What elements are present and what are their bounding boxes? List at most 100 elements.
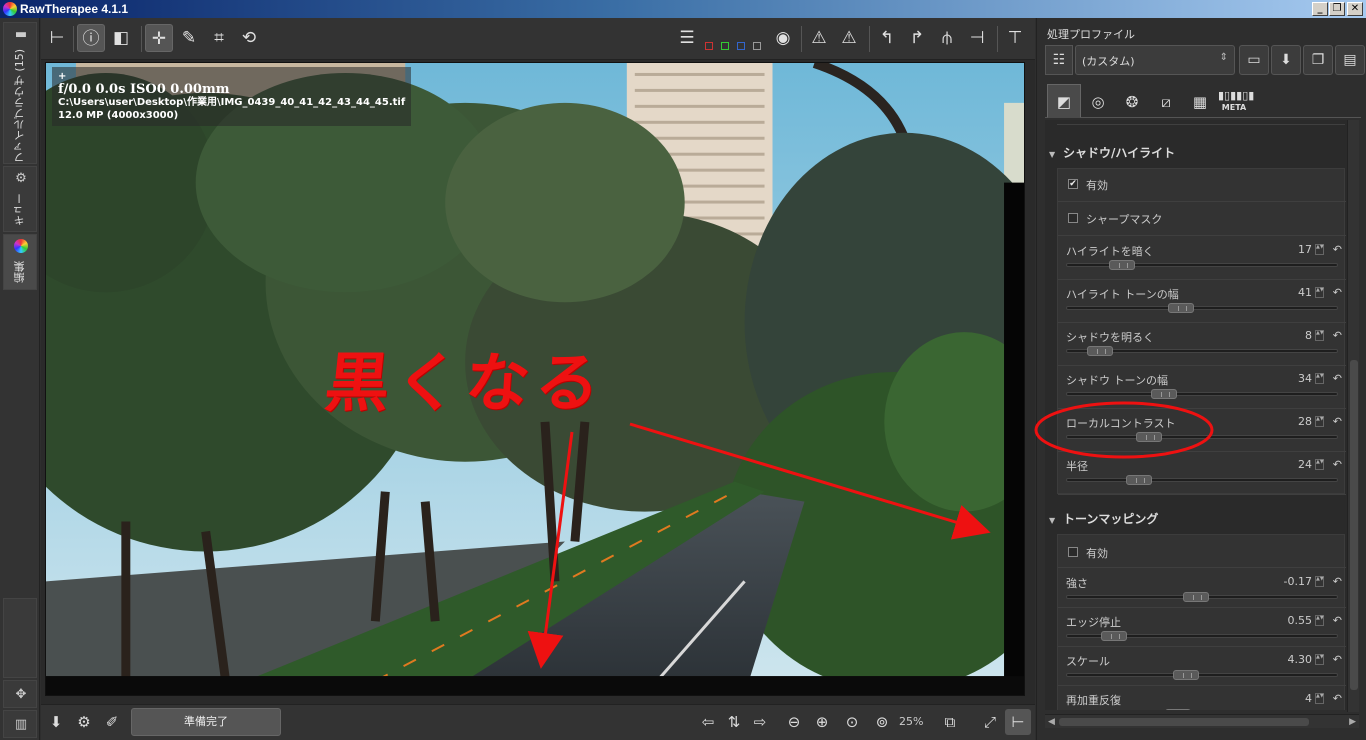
flip-vertical-button[interactable]: ⊣ (963, 24, 991, 52)
rotate-right-button[interactable]: ↱ (903, 24, 931, 52)
info-button[interactable]: ⓘ (77, 24, 105, 52)
red-channel-toggle[interactable] (705, 42, 713, 50)
tab-exposure[interactable]: ◩ (1047, 84, 1081, 118)
slider-track[interactable] (1066, 592, 1338, 602)
slider-knob[interactable] (1136, 432, 1162, 442)
slider-track[interactable] (1066, 346, 1338, 356)
reset-icon[interactable]: ↶ (1333, 458, 1342, 471)
tab-queue[interactable]: ⚙ キュー (3, 166, 37, 232)
slider-knob[interactable] (1109, 260, 1135, 270)
tab-detail[interactable]: ◎ (1081, 84, 1115, 118)
slider-value[interactable]: 8 (1305, 329, 1312, 342)
scroll-left-icon[interactable]: ◀ (1048, 715, 1055, 729)
tab-transform[interactable]: ⧄ (1149, 84, 1183, 118)
save-profile-button[interactable]: ⬇ (1271, 45, 1301, 75)
slider-knob[interactable] (1165, 709, 1191, 710)
slider-track[interactable] (1066, 303, 1338, 313)
slider-value[interactable]: 24 (1298, 458, 1312, 471)
reset-icon[interactable]: ↶ (1333, 286, 1342, 299)
white-balance-picker-button[interactable]: ✎ (175, 24, 203, 52)
tm-enabled-row[interactable]: 有効 (1058, 535, 1346, 565)
slider-value[interactable]: 0.55 (1288, 614, 1313, 627)
reset-icon[interactable]: ↶ (1333, 653, 1342, 666)
copy-profile-button[interactable]: ❐ (1303, 45, 1333, 75)
vscroll-thumb[interactable] (1350, 360, 1358, 690)
hide-top-panel-button[interactable]: ⊤ (1001, 24, 1029, 52)
reset-icon[interactable]: ↶ (1333, 243, 1342, 256)
tool-panel-hscrollbar[interactable]: ◀ ▶ (1045, 714, 1359, 728)
slider-value[interactable]: 34 (1298, 372, 1312, 385)
slider-track[interactable] (1066, 631, 1338, 641)
tab-raw[interactable]: ▦ (1183, 84, 1217, 118)
slider-value[interactable]: 4 (1305, 692, 1312, 705)
crop-tool-button[interactable]: ⌗ (205, 24, 233, 52)
spin-arrows-icon[interactable]: ▲▼ (1315, 373, 1324, 384)
slider-track[interactable] (1066, 475, 1338, 485)
tab-color[interactable]: ❂ (1115, 84, 1149, 118)
previous-image-button[interactable]: ⇦ (695, 709, 721, 735)
sh-enabled-row[interactable]: ✔ 有効 (1058, 169, 1346, 199)
minimize-button[interactable]: _ (1312, 2, 1328, 16)
hand-tool-button[interactable]: ✛ (145, 24, 173, 52)
luminance-toggle[interactable] (753, 42, 761, 50)
zoom-in-button[interactable]: ⊕ (809, 709, 835, 735)
before-after-button[interactable]: ◧ (107, 24, 135, 52)
next-image-button[interactable]: ⇨ (747, 709, 773, 735)
spin-arrows-icon[interactable]: ▲▼ (1315, 654, 1324, 665)
green-channel-toggle[interactable] (721, 42, 729, 50)
close-button[interactable]: ✕ (1347, 2, 1363, 16)
zoom-out-button[interactable]: ⊖ (781, 709, 807, 735)
spin-arrows-icon[interactable]: ▲▼ (1315, 693, 1324, 704)
navigator-toggle[interactable]: ✥ (3, 680, 37, 708)
sh-enabled-checkbox[interactable]: ✔ (1068, 179, 1078, 189)
image-viewer[interactable]: + f/0.0 0.0s ISO0 0.00mm C:\Users\user\D… (41, 60, 1035, 704)
spin-arrows-icon[interactable]: ▲▼ (1315, 416, 1324, 427)
profile-list-button[interactable]: ☷ (1045, 45, 1073, 75)
spin-arrows-icon[interactable]: ▲▼ (1315, 287, 1324, 298)
filmstrip-toggle[interactable]: ▥ (3, 710, 37, 738)
profile-select[interactable]: (カスタム) ⇕ (1075, 45, 1235, 75)
reset-icon[interactable]: ↶ (1333, 415, 1342, 428)
zoom-100-button[interactable]: ⊚ (869, 709, 895, 735)
slider-knob[interactable] (1126, 475, 1152, 485)
save-image-button[interactable]: ⬇ (43, 709, 69, 735)
tone-mapping-header[interactable]: ▼ トーンマッピング (1049, 510, 1345, 532)
reset-icon[interactable]: ↶ (1333, 575, 1342, 588)
straighten-tool-button[interactable]: ⟲ (235, 24, 263, 52)
spin-arrows-icon[interactable]: ▲▼ (1315, 615, 1324, 626)
reset-icon[interactable]: ↶ (1333, 614, 1342, 627)
fullscreen-button[interactable]: ⤢ (977, 709, 1003, 735)
load-profile-button[interactable]: ▭ (1239, 45, 1269, 75)
spin-arrows-icon[interactable]: ▲▼ (1315, 244, 1324, 255)
spin-arrows-icon[interactable]: ▲▼ (1315, 576, 1324, 587)
preview-mode-button[interactable]: ☰ (673, 24, 701, 52)
preview-image[interactable]: + f/0.0 0.0s ISO0 0.00mm C:\Users\user\D… (45, 62, 1025, 696)
reset-icon[interactable]: ↶ (1333, 692, 1342, 705)
hide-right-panel-button[interactable]: ⊢ (1005, 709, 1031, 735)
zoom-fit-button[interactable]: ⊙ (839, 709, 865, 735)
slider-knob[interactable] (1087, 346, 1113, 356)
slider-value[interactable]: 17 (1298, 243, 1312, 256)
sh-sharpmask-checkbox[interactable] (1068, 213, 1078, 223)
shadows-highlights-header[interactable]: ▼ シャドウ/ハイライト (1049, 144, 1345, 166)
tm-enabled-checkbox[interactable] (1068, 547, 1078, 557)
shadow-clip-warning-button[interactable]: ⚠ (805, 24, 833, 52)
reset-icon[interactable]: ↶ (1333, 329, 1342, 342)
hide-left-panel-button[interactable]: ⊢ (43, 24, 71, 52)
slider-knob[interactable] (1151, 389, 1177, 399)
highlight-clip-warning-button[interactable]: ⚠ (835, 24, 863, 52)
focus-mask-button[interactable]: ◉ (769, 24, 797, 52)
tool-panel-scroll[interactable]: ▼ シャドウ/ハイライト ✔ 有効 シャープマスク ハイライトを暗く 17 ▲▼ ↶ ハイ… (1045, 120, 1351, 710)
tool-panel-vscrollbar[interactable] (1347, 120, 1359, 712)
blue-channel-toggle[interactable] (737, 42, 745, 50)
spin-arrows-icon[interactable]: ▲▼ (1315, 459, 1324, 470)
spin-arrows-icon[interactable]: ▲▼ (1315, 330, 1324, 341)
flip-horizontal-button[interactable]: ⫛ (933, 24, 961, 52)
slider-track[interactable] (1066, 432, 1338, 442)
edit-in-external-button[interactable]: ✐ (99, 709, 125, 735)
slider-value[interactable]: 41 (1298, 286, 1312, 299)
tab-metadata[interactable]: ▮▯▮▮▯▮ META (1217, 84, 1254, 118)
restore-button[interactable]: ❐ (1329, 2, 1345, 16)
add-to-queue-button[interactable]: ⚙ (71, 709, 97, 735)
tab-editor[interactable]: 編集 (3, 234, 37, 290)
